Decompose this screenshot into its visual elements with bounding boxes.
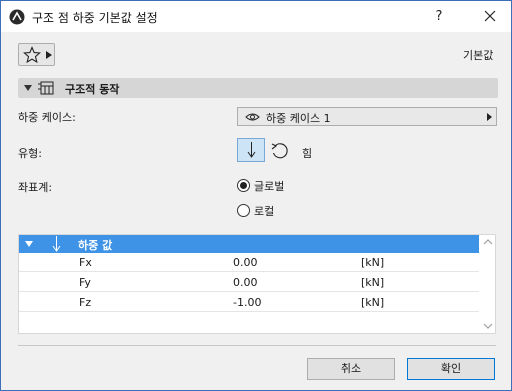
section-header[interactable]: 구조적 동작 bbox=[18, 78, 498, 98]
table-header-label: 하중 값 bbox=[78, 239, 113, 252]
global-radio[interactable] bbox=[237, 179, 250, 192]
row-value[interactable]: 0.00 bbox=[233, 276, 258, 289]
load-values-table: 하중 값 Fx 0.00 [kN] Fy 0.00 [kN] Fz -1.00 … bbox=[18, 234, 496, 334]
close-icon[interactable] bbox=[479, 5, 501, 27]
moment-rotate-icon[interactable] bbox=[269, 140, 291, 162]
coord-label: 좌표계: bbox=[18, 181, 53, 194]
collapse-triangle-icon bbox=[24, 85, 32, 91]
help-button[interactable]: ? bbox=[429, 7, 449, 27]
table-row[interactable]: Fx 0.00 [kN] bbox=[19, 253, 479, 272]
row-name: Fx bbox=[79, 256, 92, 269]
chevron-right-icon bbox=[46, 51, 52, 59]
collapse-triangle-icon bbox=[25, 241, 33, 247]
force-type-button[interactable] bbox=[237, 138, 265, 162]
row-value[interactable]: 0.00 bbox=[233, 256, 258, 269]
favorites-button[interactable] bbox=[18, 43, 55, 66]
row-name: Fy bbox=[79, 276, 91, 289]
load-case-dropdown[interactable]: 하중 케이스 1 bbox=[237, 107, 497, 126]
row-unit: [kN] bbox=[361, 296, 385, 309]
star-icon bbox=[23, 46, 41, 64]
force-arrow-down-icon bbox=[247, 142, 256, 158]
table-row[interactable]: Fz -1.00 [kN] bbox=[19, 293, 479, 312]
row-value[interactable]: -1.00 bbox=[233, 296, 261, 309]
scroll-up-icon[interactable] bbox=[483, 239, 493, 245]
table-row[interactable]: Fy 0.00 [kN] bbox=[19, 273, 479, 292]
load-case-label: 하중 케이스: bbox=[18, 111, 76, 124]
force-arrow-down-icon bbox=[52, 236, 61, 252]
moment-type-label: 힘 bbox=[302, 147, 313, 160]
default-label: 기본값 bbox=[463, 49, 494, 62]
window-title: 구조 점 하중 기본값 설정 bbox=[32, 11, 158, 25]
title-bar: 구조 점 하중 기본값 설정 ? bbox=[1, 1, 511, 32]
eye-icon bbox=[245, 113, 260, 121]
scroll-down-icon[interactable] bbox=[483, 323, 493, 329]
load-case-value: 하중 케이스 1 bbox=[266, 112, 331, 125]
archicad-logo-icon bbox=[9, 9, 25, 25]
row-name: Fz bbox=[79, 296, 92, 309]
table-scrollbar[interactable] bbox=[480, 235, 496, 333]
local-radio[interactable] bbox=[237, 204, 250, 217]
cancel-button[interactable]: 취소 bbox=[307, 358, 395, 380]
structural-icon bbox=[38, 81, 54, 95]
chevron-right-icon bbox=[487, 113, 492, 121]
global-radio-label[interactable]: 글로벌 bbox=[254, 178, 284, 194]
row-unit: [kN] bbox=[361, 276, 385, 289]
section-title: 구조적 동작 bbox=[65, 83, 120, 96]
type-label: 유형: bbox=[18, 147, 42, 160]
dialog-window: 구조 점 하중 기본값 설정 ? 기본값 구조적 동작 하중 케이스: 하중 케… bbox=[0, 0, 512, 391]
row-unit: [kN] bbox=[361, 256, 385, 269]
divider bbox=[18, 345, 496, 346]
local-radio-label[interactable]: 로컬 bbox=[254, 203, 274, 219]
ok-button[interactable]: 확인 bbox=[407, 358, 495, 380]
table-header[interactable]: 하중 값 bbox=[19, 235, 479, 253]
